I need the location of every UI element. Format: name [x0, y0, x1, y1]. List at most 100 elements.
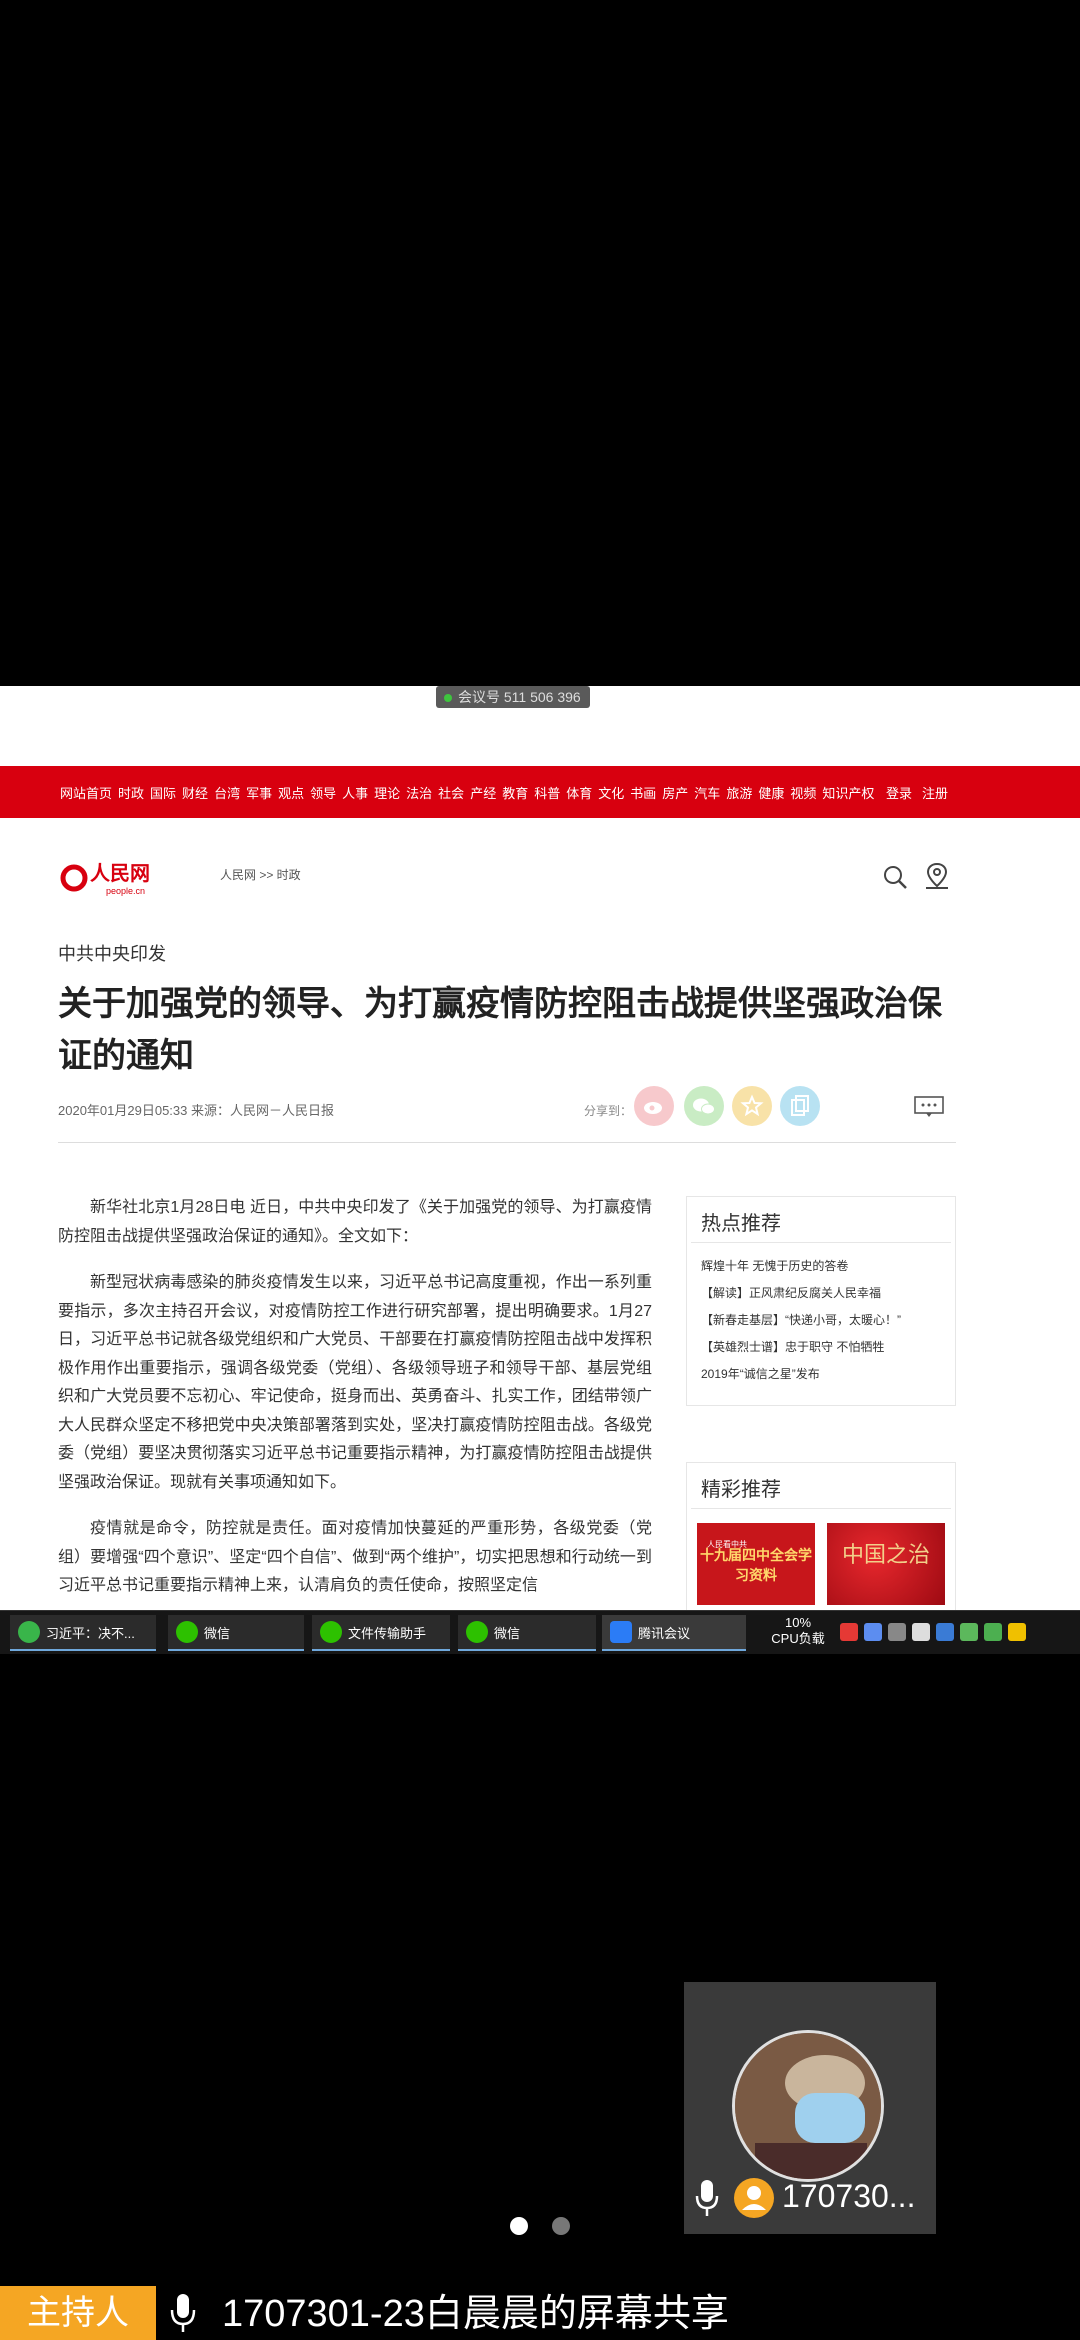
user-icon: [734, 2178, 774, 2218]
article-paragraph: 新华社北京1月28日电 近日，中共中央印发了《关于加强党的领导、为打赢疫情防控阻…: [58, 1199, 652, 1245]
wechat-icon: [320, 1621, 342, 1643]
browser-icon: [18, 1621, 40, 1643]
cpu-load: 10% CPU负载: [762, 1615, 834, 1647]
tray-app-icon[interactable]: [840, 1623, 858, 1641]
hot-item[interactable]: 2019年“诚信之星”发布: [701, 1361, 955, 1388]
windows-taskbar: 习近平：决不... 微信 文件传输助手 微信 腾讯会议 10% CPU负载: [0, 1610, 1080, 1654]
article-title: 关于加强党的领导、为打赢疫情防控阻击战提供坚强政治保证的通知: [58, 985, 942, 1075]
screen-share-title: 1707301-23白晨晨的屏幕共享: [222, 2293, 729, 2335]
logo-sub: people.cn: [106, 886, 145, 896]
mic-icon[interactable]: [170, 2292, 196, 2334]
taskbar-item-file-transfer[interactable]: 文件传输助手: [312, 1615, 450, 1651]
nav-item[interactable]: 时政: [118, 783, 144, 802]
featured-image-tag: 人民看中共: [707, 1540, 747, 1549]
nav-item[interactable]: 视频: [790, 783, 816, 802]
tray-app-icon[interactable]: [864, 1623, 882, 1641]
nav-item[interactable]: 军事: [246, 783, 272, 802]
nav-item[interactable]: 社会: [438, 783, 464, 802]
tencent-meeting-icon: [610, 1621, 632, 1643]
location-icon[interactable]: [924, 862, 950, 890]
participant-tile[interactable]: 170730...: [684, 1982, 936, 2234]
featured-image-governance[interactable]: 中国之治: [827, 1523, 945, 1605]
nav-item[interactable]: 书画: [630, 783, 656, 802]
participant-avatar: [732, 2030, 884, 2182]
favorite-share-icon[interactable]: [732, 1086, 772, 1126]
nav-item[interactable]: 知识产权: [822, 783, 874, 802]
site-nav-bar: 网站首页 时政 国际 财经 台湾 军事 观点 领导 人事 理论 法治 社会 产经 教育 科普 体育 文化 书画 房产…: [0, 766, 1080, 818]
logo-icon: 人民网 people.cn: [60, 861, 150, 896]
register-link[interactable]: 注册: [922, 783, 948, 802]
nav-item[interactable]: 文化: [598, 783, 624, 802]
tray-app-icon[interactable]: [960, 1623, 978, 1641]
nav-item[interactable]: 体育: [566, 783, 592, 802]
hot-heading: 热点推荐: [691, 1197, 951, 1243]
tray-app-icon[interactable]: [984, 1623, 1002, 1641]
wechat-icon: [466, 1621, 488, 1643]
search-icon[interactable]: [882, 864, 908, 890]
system-tray: [840, 1623, 1026, 1641]
nav-item[interactable]: 理论: [374, 783, 400, 802]
wechat-icon: [176, 1621, 198, 1643]
article-paragraph: 疫情就是命令，防控就是责任。面对疫情加快蔓延的严重形势，各级党委（党组）要增强“…: [58, 1520, 652, 1594]
nav-item[interactable]: 汽车: [694, 783, 720, 802]
copy-link-icon[interactable]: [780, 1086, 820, 1126]
nav-item[interactable]: 财经: [182, 783, 208, 802]
title-divider: [58, 1142, 956, 1143]
featured-heading: 精彩推荐: [691, 1463, 951, 1509]
task-label: 微信: [494, 1625, 521, 1641]
taskbar-item-wechat-2[interactable]: 微信: [458, 1615, 596, 1651]
nav-item[interactable]: 网站首页: [60, 783, 112, 802]
nav-item[interactable]: 房产: [662, 783, 688, 802]
nav-item[interactable]: 国际: [150, 783, 176, 802]
meeting-id-badge[interactable]: 会议号 511 506 396: [436, 686, 590, 708]
login-link[interactable]: 登录: [886, 783, 912, 802]
nav-item[interactable]: 教育: [502, 783, 528, 802]
hot-list: 辉煌十年 无愧于历史的答卷 【解读】正风肃纪反腐关人民幸福 【新春走基层】“快递…: [687, 1243, 955, 1388]
nav-item[interactable]: 领导: [310, 783, 336, 802]
nav-item[interactable]: 产经: [470, 783, 496, 802]
logo-text: 人民网: [90, 861, 150, 885]
taskbar-item-wechat[interactable]: 微信: [168, 1615, 304, 1651]
article-kicker: 中共中央印发: [58, 944, 166, 964]
mic-icon[interactable]: [694, 2178, 720, 2218]
nav-item[interactable]: 健康: [758, 783, 784, 802]
taskbar-item-tencent-meeting[interactable]: 腾讯会议: [602, 1615, 746, 1651]
hot-item[interactable]: 【英雄烈士谱】忠于职守 不怕牺牲: [701, 1334, 955, 1361]
page-indicator-active[interactable]: [510, 2217, 528, 2235]
nav-item[interactable]: 科普: [534, 783, 560, 802]
weibo-share-icon[interactable]: [634, 1086, 674, 1126]
bluetooth-icon[interactable]: [936, 1623, 954, 1641]
breadcrumb[interactable]: 人民网 >> 时政: [220, 866, 301, 883]
status-dot: [444, 694, 452, 703]
hot-recommend-panel: 热点推荐 辉煌十年 无愧于历史的答卷 【解读】正风肃纪反腐关人民幸福 【新春走基…: [686, 1196, 956, 1406]
tray-app-icon[interactable]: [888, 1623, 906, 1641]
tray-app-icon[interactable]: [1008, 1623, 1026, 1641]
tray-mic-icon[interactable]: [912, 1623, 930, 1641]
cpu-label: CPU负载: [771, 1631, 825, 1646]
host-badge: 主持人: [0, 2286, 156, 2340]
comment-icon[interactable]: [914, 1096, 944, 1118]
task-label: 腾讯会议: [638, 1625, 691, 1641]
nav-item[interactable]: 人事: [342, 783, 368, 802]
nav-items: 网站首页 时政 国际 财经 台湾 军事 观点 领导 人事 理论 法治 社会 产经 教育 科普 体育 文化 书画 房产…: [60, 766, 874, 818]
nav-item[interactable]: 台湾: [214, 783, 240, 802]
page-indicator[interactable]: [552, 2217, 570, 2235]
shared-screen: 会议号 511 506 396 网站首页 时政 国际 财经 台湾 军事 观点 领导 人事 理论 法治…: [0, 686, 1080, 1654]
hot-item[interactable]: 辉煌十年 无愧于历史的答卷: [701, 1253, 955, 1280]
article-meta: 2020年01月29日05:33 来源：人民网－人民日报: [58, 1103, 334, 1118]
login-links: 登录 注册: [886, 766, 948, 818]
featured-image-study[interactable]: 人民看中共 十九届四中全会学习资料: [697, 1523, 815, 1605]
taskbar-item-browser[interactable]: 习近平：决不...: [10, 1615, 156, 1651]
hot-item[interactable]: 【新春走基层】“快递小哥，太暖心！”: [701, 1307, 955, 1334]
task-label: 习近平：决不...: [46, 1625, 135, 1641]
article-paragraph: 新型冠状病毒感染的肺炎疫情发生以来，习近平总书记高度重视，作出一系列重要指示，多…: [58, 1274, 652, 1491]
nav-item[interactable]: 观点: [278, 783, 304, 802]
wechat-share-icon[interactable]: [684, 1086, 724, 1126]
participant-name: 170730...: [782, 2178, 916, 2214]
nav-item[interactable]: 法治: [406, 783, 432, 802]
featured-image-caption: 中国之治: [841, 1542, 930, 1567]
task-label: 微信: [204, 1625, 231, 1641]
hot-item[interactable]: 【解读】正风肃纪反腐关人民幸福: [701, 1280, 955, 1307]
site-logo[interactable]: 人民网 people.cn: [60, 858, 166, 898]
nav-item[interactable]: 旅游: [726, 783, 752, 802]
